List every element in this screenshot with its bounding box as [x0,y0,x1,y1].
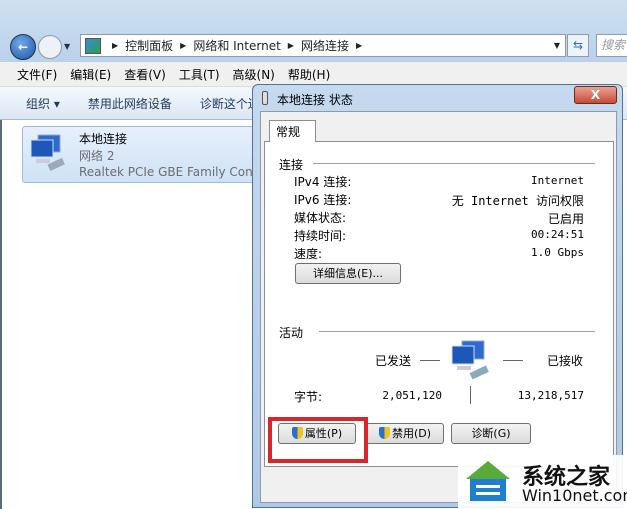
divider [503,360,523,361]
highlight-box [268,417,368,463]
breadcrumb-item[interactable]: 网络连接 [301,37,349,54]
divider [319,331,595,332]
organize-button[interactable]: 组织 ▾ [26,95,60,112]
diagnose-button[interactable]: 诊断(G) [451,423,531,444]
duration-label: 持续时间: [294,229,347,243]
divider [313,163,595,164]
menu-advanced[interactable]: 高级(N) [233,66,275,83]
uac-shield-icon [378,427,390,439]
address-bar[interactable]: ▶ 控制面板 ▶ 网络和 Internet ▶ 网络连接 ▶ ▼ [80,34,566,57]
chevron-right-icon: ▶ [355,41,363,50]
media-state-label: 媒体状态: [294,211,347,225]
disable-device-button[interactable]: 禁用此网络设备 [88,95,172,112]
watermark-logo-icon [466,461,510,501]
speed-label: 速度: [294,247,323,261]
activity-group-label: 活动 [279,326,304,340]
forward-button[interactable] [38,35,62,59]
plug-icon [262,91,268,105]
menu-view[interactable]: 查看(V) [124,66,166,83]
ipv6-label: IPv6 连接: [294,193,352,207]
connection-network: 网络 2 [79,149,115,163]
disable-button[interactable]: 禁用(D) [366,423,444,444]
received-label: 已接收 [547,354,584,368]
history-dropdown-icon[interactable]: ▼ [64,42,70,51]
breadcrumb-item[interactable]: 控制面板 [125,37,173,54]
control-panel-icon [85,37,101,54]
menu-file[interactable]: 文件(F) [17,66,57,83]
dialog-title: 本地连接 状态 [277,93,353,107]
network-connection-item[interactable]: 本地连接 网络 2 Realtek PCIe GBE Family Contro… [22,126,262,183]
ipv4-value: Internet [531,174,584,187]
menu-edit[interactable]: 编辑(E) [70,66,111,83]
refresh-button[interactable]: ⇆ [567,34,589,57]
tab-general[interactable]: 常规 [269,120,316,142]
chevron-right-icon: ▶ [287,41,294,50]
close-icon: X [590,88,601,102]
arrow-left-icon: ← [17,40,29,54]
address-dropdown-icon[interactable]: ▼ [554,41,560,50]
network-adapter-icon [30,134,65,172]
watermark-en: Win10net.com [522,486,627,505]
speed-value: 1.0 Gbps [531,246,584,259]
refresh-icon: ⇆ [572,38,584,52]
connection-device: Realtek PCIe GBE Family Controller [79,165,259,179]
back-button[interactable]: ← [10,34,36,60]
sent-label: 已发送 [375,354,412,368]
ipv6-value: 无 Internet 访问权限 [451,194,584,208]
chevron-right-icon: ▶ [180,41,187,50]
breadcrumb-item[interactable]: 网络和 Internet [193,37,280,54]
search-input[interactable]: 搜索 [596,34,627,57]
watermark: 系统之家 Win10net.com [458,455,627,509]
connection-name: 本地连接 [79,132,128,146]
bytes-received-value: 13,218,517 [517,389,584,402]
duration-value: 00:24:51 [531,228,584,241]
menu-tools[interactable]: 工具(T) [179,66,220,83]
divider [420,360,440,361]
menu-help[interactable]: 帮助(H) [288,66,330,83]
close-button[interactable]: X [574,86,617,104]
connection-group-label: 连接 [279,158,304,172]
network-activity-icon [451,340,489,380]
details-button[interactable]: 详细信息(E)... [295,263,401,284]
ipv4-label: IPv4 连接: [294,175,352,189]
disable-label: 禁用(D) [391,427,432,440]
media-state-value: 已启用 [547,212,584,226]
chevron-right-icon: ▶ [112,41,119,50]
